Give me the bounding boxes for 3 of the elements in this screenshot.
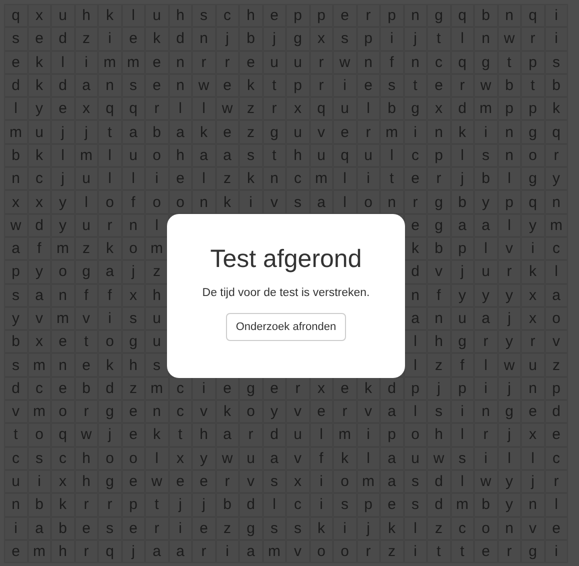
finish-button[interactable]: Onderzoek afronden [226, 312, 346, 341]
dialog-title: Test afgerond [210, 244, 362, 275]
dialog-message: De tijd voor de test is verstreken. [202, 286, 370, 302]
